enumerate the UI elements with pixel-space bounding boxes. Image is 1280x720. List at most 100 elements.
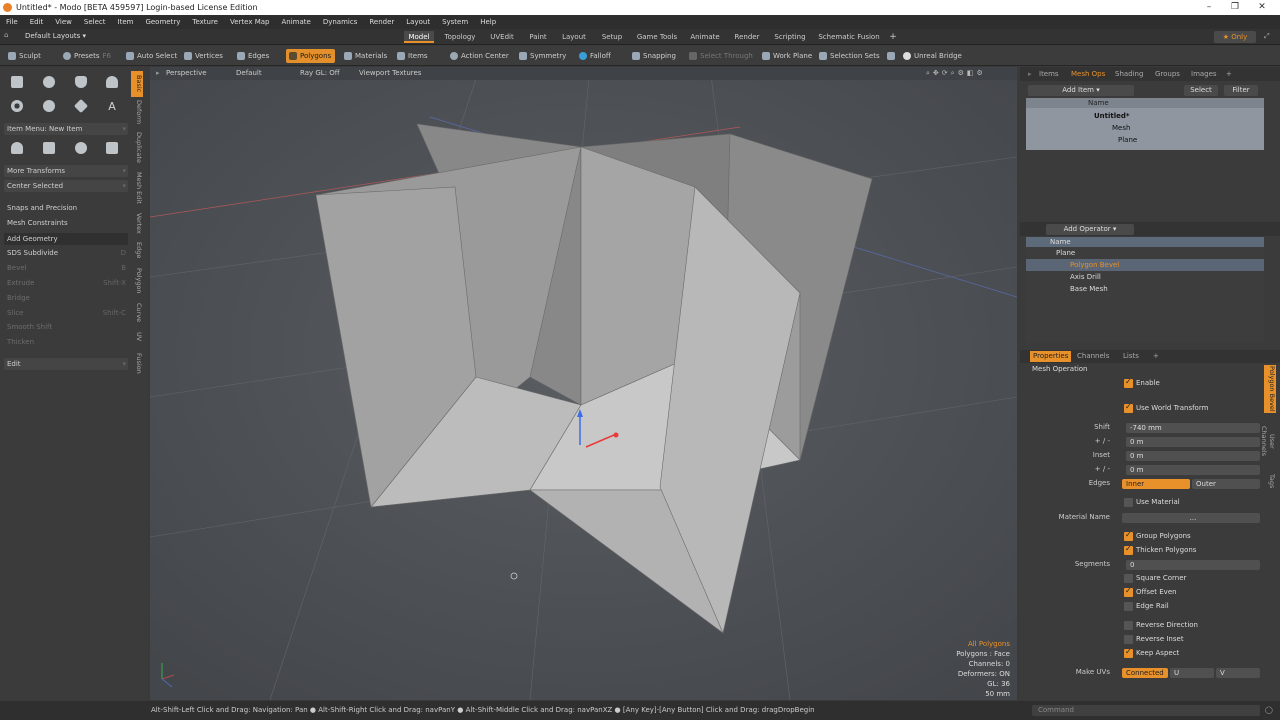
- material-name-dropdown[interactable]: ...: [1122, 513, 1260, 523]
- edges-outer-option[interactable]: Outer: [1192, 479, 1260, 489]
- op-base-mesh[interactable]: Base Mesh: [1070, 283, 1280, 295]
- tab-topology[interactable]: Topology: [442, 31, 478, 43]
- vtab-basic[interactable]: Basic: [131, 71, 143, 97]
- tree-item-untitled[interactable]: Untitled*: [1094, 110, 1280, 122]
- tab-channels[interactable]: Channels: [1074, 351, 1112, 362]
- center-selected-dropdown[interactable]: Center Selected ▾: [4, 180, 128, 192]
- close-icon[interactable]: ✕: [1249, 0, 1275, 15]
- vtab-uv[interactable]: UV: [131, 329, 143, 345]
- polygons-button[interactable]: Polygons: [286, 49, 336, 63]
- square-corner-checkbox[interactable]: [1124, 574, 1133, 583]
- menu-geometry[interactable]: Geometry: [139, 18, 186, 26]
- segments-field[interactable]: 0: [1126, 560, 1260, 570]
- cone-icon[interactable]: [101, 72, 123, 92]
- tab-images[interactable]: Images: [1188, 69, 1220, 80]
- tab-paint[interactable]: Paint: [525, 31, 551, 43]
- vtab-duplicate[interactable]: Duplicate: [131, 129, 143, 165]
- enable-checkbox[interactable]: [1124, 377, 1133, 388]
- sidetab-polygon-bevel[interactable]: Polygon Bevel: [1264, 365, 1276, 413]
- sidetab-user-channels[interactable]: User Channels: [1260, 419, 1276, 463]
- shift-field[interactable]: -740 mm: [1126, 423, 1260, 433]
- tree-item-plane[interactable]: Plane: [1118, 134, 1280, 146]
- view-perspective[interactable]: Perspective: [166, 69, 207, 77]
- reverse-inset-checkbox[interactable]: [1124, 635, 1133, 644]
- work-plane-button[interactable]: Work Plane: [759, 49, 816, 63]
- op-axis-drill[interactable]: Axis Drill: [1070, 271, 1280, 283]
- fullscreen-icon[interactable]: ⤢: [1264, 32, 1270, 41]
- 3d-viewport[interactable]: ▸ Perspective Default Ray GL: Off Viewpo…: [150, 67, 1017, 700]
- tab-animate[interactable]: Animate: [688, 31, 722, 43]
- plus-minus-field-1[interactable]: 0 m: [1126, 437, 1260, 447]
- command-input[interactable]: Command: [1032, 705, 1260, 716]
- add-item-button[interactable]: Add Item ▾: [1028, 85, 1134, 96]
- tab-setup[interactable]: Setup: [598, 31, 626, 43]
- filter-button[interactable]: Filter: [1224, 85, 1258, 96]
- view-raygl[interactable]: Ray GL: Off: [300, 69, 340, 77]
- vertices-button[interactable]: Vertices: [181, 49, 227, 63]
- use-world-transform-checkbox[interactable]: [1124, 402, 1133, 413]
- auto-select-button[interactable]: Auto Select: [123, 49, 181, 63]
- view-textures[interactable]: Viewport Textures: [359, 69, 421, 77]
- add-prop-tab-icon[interactable]: +: [1150, 351, 1162, 362]
- unreal-bridge-button[interactable]: Unreal Bridge: [900, 49, 966, 63]
- presets-button[interactable]: Presets F6: [60, 49, 115, 63]
- materials-button[interactable]: Materials: [341, 49, 391, 63]
- menu-layout[interactable]: Layout: [400, 18, 436, 26]
- vtab-curve[interactable]: Curve: [131, 301, 143, 325]
- viewport-menu-icon[interactable]: ▸: [156, 69, 160, 77]
- group-polygons-checkbox[interactable]: [1124, 530, 1133, 541]
- tab-game-tools[interactable]: Game Tools: [634, 31, 680, 43]
- home-icon[interactable]: ⌂: [4, 31, 8, 39]
- menu-select[interactable]: Select: [78, 18, 112, 26]
- view-shading[interactable]: Default: [236, 69, 262, 77]
- bevel-button[interactable]: Bevel B: [4, 262, 128, 274]
- cylinder-icon[interactable]: [70, 72, 92, 92]
- menu-help[interactable]: Help: [474, 18, 502, 26]
- tab-items[interactable]: Items: [1036, 69, 1062, 80]
- layout-dropdown[interactable]: Default Layouts ▾: [25, 32, 86, 40]
- sphere-icon[interactable]: [38, 72, 60, 92]
- snapping-button[interactable]: Snapping: [629, 49, 680, 63]
- selection-sets-button[interactable]: Selection Sets: [816, 49, 884, 63]
- only-toggle[interactable]: ★ Only: [1214, 31, 1256, 43]
- tab-mesh-ops[interactable]: Mesh Ops: [1068, 69, 1108, 80]
- tab-properties[interactable]: Properties: [1030, 351, 1072, 362]
- minimize-icon[interactable]: –: [1196, 0, 1222, 15]
- offset-even-checkbox[interactable]: [1124, 586, 1133, 597]
- tab-schematic-fusion[interactable]: Schematic Fusion: [816, 31, 882, 43]
- viewport-nav-icons[interactable]: ⌕✥⟳⌕⚙◧⚙: [926, 69, 986, 78]
- op-plane[interactable]: Plane: [1056, 247, 1280, 259]
- menu-file[interactable]: File: [0, 18, 24, 26]
- sculpt-button[interactable]: Sculpt: [5, 49, 45, 63]
- slice-button[interactable]: Slice Shift-C: [4, 307, 128, 319]
- edges-button[interactable]: Edges: [234, 49, 273, 63]
- edge-rail-checkbox[interactable]: [1124, 602, 1133, 611]
- add-tab-button[interactable]: +: [888, 31, 898, 43]
- bridge-button[interactable]: Bridge: [4, 292, 128, 304]
- edit-dropdown[interactable]: Edit ▾: [4, 358, 128, 370]
- text-icon[interactable]: A: [101, 96, 123, 116]
- menu-vertex-map[interactable]: Vertex Map: [224, 18, 276, 26]
- use-material-checkbox[interactable]: [1124, 498, 1133, 507]
- add-operator-button[interactable]: Add Operator ▾: [1046, 224, 1134, 235]
- vtab-polygon[interactable]: Polygon: [131, 265, 143, 297]
- make-uvs-u-option[interactable]: U: [1170, 668, 1214, 678]
- maximize-icon[interactable]: ❐: [1222, 0, 1248, 15]
- mesh-constraints-button[interactable]: Mesh Constraints: [4, 217, 128, 229]
- menu-dynamics[interactable]: Dynamics: [317, 18, 364, 26]
- tab-model[interactable]: Model: [404, 31, 434, 43]
- tool-icon-button[interactable]: [884, 49, 899, 63]
- tab-uvedit[interactable]: UVEdit: [487, 31, 517, 43]
- snaps-precision-button[interactable]: Snaps and Precision: [4, 202, 128, 214]
- sidetab-tags[interactable]: Tags: [1264, 469, 1276, 493]
- panel-collapse-icon[interactable]: ▸: [1025, 69, 1035, 80]
- vtab-deform[interactable]: Deform: [131, 99, 143, 125]
- add-geometry-header[interactable]: Add Geometry: [4, 233, 128, 245]
- menu-edit[interactable]: Edit: [24, 18, 50, 26]
- rotate-icon[interactable]: [38, 138, 60, 158]
- action-center-button[interactable]: Action Center: [447, 49, 513, 63]
- thicken-button[interactable]: Thicken: [4, 336, 128, 348]
- sds-subdivide-button[interactable]: SDS Subdivide D: [4, 247, 128, 259]
- menu-system[interactable]: System: [436, 18, 474, 26]
- item-menu-dropdown[interactable]: Item Menu: New Item ▾: [4, 123, 128, 135]
